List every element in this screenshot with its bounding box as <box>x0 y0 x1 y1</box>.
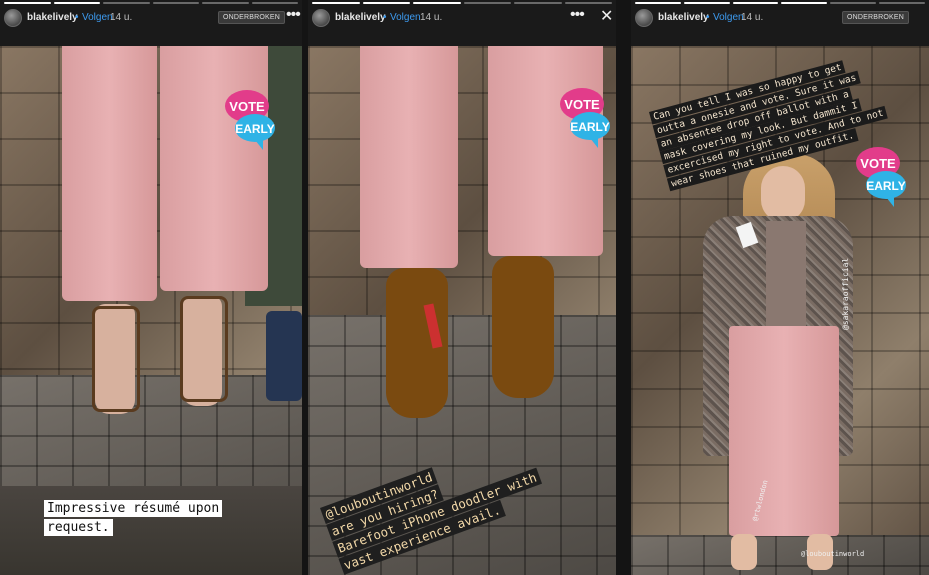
sticker-line1: VOTE <box>229 99 265 114</box>
avatar[interactable] <box>635 9 653 27</box>
pink-pants <box>729 326 839 536</box>
username[interactable]: blakelively <box>335 12 386 23</box>
sandal-strap-right <box>180 296 228 402</box>
sticker-line2: EARLY <box>570 120 610 134</box>
story-progress-bar <box>635 2 925 4</box>
story-progress-bar <box>312 2 612 4</box>
story-header: blakelively • Volgen 14 u. ••• ✕ <box>308 0 616 46</box>
story-panel-3[interactable]: blakelively • Volgen 14 u. ONDERBROKEN V… <box>631 0 929 575</box>
vote-early-sticker[interactable]: VOTE EARLY <box>225 88 275 150</box>
timestamp: 14 u. <box>420 12 443 23</box>
follow-separator: • <box>706 12 710 23</box>
more-dots-icon[interactable]: ••• <box>570 6 585 24</box>
avatar[interactable] <box>4 9 22 27</box>
vote-early-sticker[interactable]: VOTE EARLY <box>560 86 610 148</box>
follow-button[interactable]: Volgen <box>713 12 744 23</box>
doodle-shoe-right <box>492 256 554 398</box>
pant-leg-left <box>62 46 157 301</box>
pant-leg-right <box>488 46 603 256</box>
pant-leg-right <box>160 46 268 291</box>
sticker-line1: VOTE <box>860 156 896 171</box>
story-panel-1[interactable]: blakelively • Volgen 14 u. ONDERBROKEN •… <box>0 0 302 575</box>
pant-leg-left <box>360 46 458 268</box>
avatar[interactable] <box>312 9 330 27</box>
story-progress-bar <box>4 2 298 4</box>
mention-tag[interactable]: @sakaraofficial <box>841 258 850 330</box>
sticker-line1: VOTE <box>564 97 600 112</box>
close-icon[interactable]: ✕ <box>600 6 613 26</box>
username[interactable]: blakelively <box>658 12 709 23</box>
story-caption: Impressive résumé upon request. <box>44 500 294 538</box>
paused-badge: ONDERBROKEN <box>842 11 910 24</box>
caption-line: request. <box>44 518 113 536</box>
story-panel-2[interactable]: blakelively • Volgen 14 u. ••• ✕ VOTE EA… <box>308 0 616 575</box>
follow-separator: • <box>75 12 79 23</box>
face <box>761 166 805 222</box>
sticker-tail <box>255 138 263 150</box>
caption-line: Impressive résumé upon <box>44 500 223 517</box>
sneaker <box>266 311 302 401</box>
follow-separator: • <box>383 12 387 23</box>
mauve-top <box>766 221 806 326</box>
ground <box>631 535 929 575</box>
timestamp: 14 u. <box>741 12 764 23</box>
paused-badge: ONDERBROKEN <box>218 11 286 24</box>
foot-left <box>731 534 757 570</box>
timestamp: 14 u. <box>110 12 133 23</box>
sticker-line2: EARLY <box>866 179 906 193</box>
story-header: blakelively • Volgen 14 u. ONDERBROKEN <box>631 0 929 46</box>
follow-button[interactable]: Volgen <box>82 12 113 23</box>
follow-button[interactable]: Volgen <box>390 12 421 23</box>
more-dots-icon[interactable]: ••• <box>286 6 301 24</box>
sticker-tail <box>886 195 894 207</box>
vote-early-sticker[interactable]: VOTE EARLY <box>856 145 906 207</box>
story-header: blakelively • Volgen 14 u. ONDERBROKEN •… <box>0 0 302 46</box>
mention-tag[interactable]: @louboutinworld <box>801 550 864 558</box>
sticker-tail <box>590 136 598 148</box>
sticker-line2: EARLY <box>235 122 275 136</box>
sandal-strap-left <box>92 306 140 412</box>
username[interactable]: blakelively <box>27 12 78 23</box>
